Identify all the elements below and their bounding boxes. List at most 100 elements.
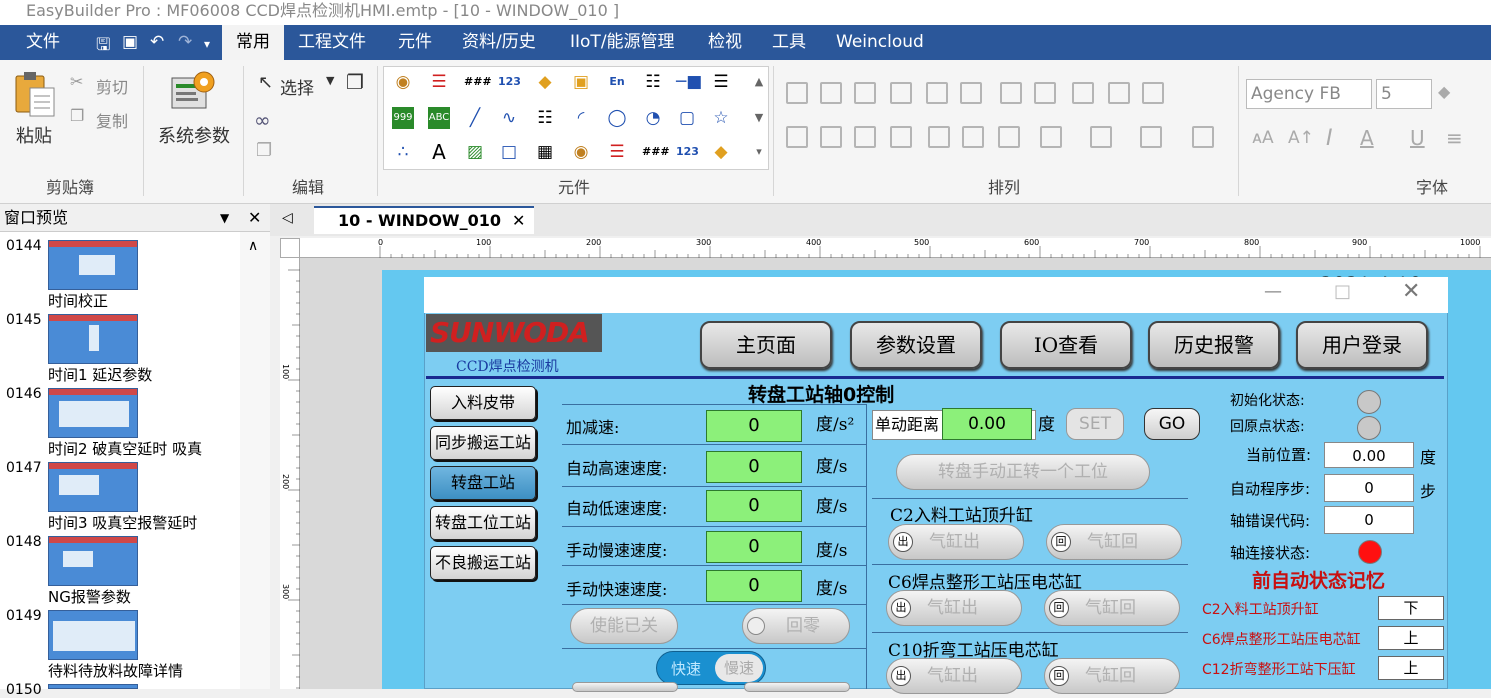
home-button[interactable]: 回零 [742, 608, 850, 644]
nav-params-button[interactable]: 参数设置 [850, 321, 982, 369]
align-right-icon[interactable] [854, 82, 876, 104]
function-key-icon[interactable]: ◆ [534, 71, 556, 93]
frame-icon[interactable]: □ [498, 141, 520, 163]
tab-iiot[interactable]: IIoT/能源管理 [570, 25, 675, 60]
same-width-icon[interactable] [1072, 82, 1094, 104]
group-icon[interactable] [928, 126, 950, 148]
preview-label[interactable]: 时间校正 [48, 290, 108, 311]
param-manual-slow-value[interactable]: 0 [706, 531, 802, 563]
nav-login-button[interactable]: 用户登录 [1296, 321, 1428, 369]
cyl-c2-out-button[interactable]: 出 气缸出 [888, 524, 1024, 560]
speed-toggle[interactable]: 快速 慢速 [656, 651, 766, 685]
scroll-up-icon[interactable]: ∧ [248, 238, 258, 254]
redo-icon[interactable]: ↷ [178, 32, 192, 52]
picture-icon[interactable]: ▨ [464, 141, 486, 163]
text-icon[interactable]: A [428, 141, 450, 163]
text-display-icon[interactable]: ABC [428, 107, 450, 129]
align-bottom-icon[interactable] [960, 82, 982, 104]
bottom-button-partial[interactable] [744, 682, 850, 692]
param-manual-fast-value[interactable]: 0 [706, 570, 802, 602]
italic-icon[interactable]: I [1326, 126, 1333, 151]
ascii-icon[interactable]: En [606, 71, 628, 93]
tab-view[interactable]: 检视 [708, 25, 742, 60]
word-lamp-icon[interactable]: ▣ [570, 71, 592, 93]
layer-icon[interactable] [1192, 126, 1214, 148]
link-icon[interactable]: ∞ [254, 108, 271, 132]
preview-label[interactable]: 时间2 破真空延时 吸真 [48, 438, 202, 459]
copy-icon[interactable]: ❐ [70, 106, 84, 125]
rotate-icon[interactable] [890, 126, 912, 148]
set-button[interactable]: SET [1066, 408, 1124, 440]
preview-thumbnail[interactable] [48, 536, 138, 586]
list-icon[interactable]: ☰ [710, 71, 732, 93]
resize-icon[interactable] [854, 126, 876, 148]
enable-toggle-button[interactable]: 使能已关 [570, 608, 678, 644]
tab-data-history[interactable]: 资料/历史 [462, 25, 536, 60]
shrink-font-icon[interactable]: ᴀA [1252, 128, 1274, 148]
align-left-icon[interactable] [786, 82, 808, 104]
numeric-display-icon[interactable]: ### [464, 71, 492, 93]
preview-label[interactable]: 待料待放料故障详情 [48, 660, 183, 681]
preview-label[interactable]: 时间3 吸真空报警延时 [48, 512, 197, 533]
scatter-icon[interactable]: ∴ [392, 141, 414, 163]
circle-icon[interactable]: ◯ [606, 107, 628, 129]
param-auto-low-value[interactable]: 0 [706, 490, 802, 522]
trend-icon[interactable]: ∿ [498, 107, 520, 129]
ruler-corner-icon[interactable] [280, 238, 300, 258]
side-turntable-station-button[interactable]: 转盘工位工站 [430, 506, 536, 540]
cyl-c6-out-button[interactable]: 出 气缸出 [886, 590, 1022, 626]
line-icon[interactable]: ╱ [464, 107, 486, 129]
pie-icon[interactable]: ◔ [642, 107, 664, 129]
bottom-button-partial[interactable] [572, 682, 678, 692]
tab-home[interactable]: 常用 [222, 25, 284, 60]
panel-close-icon[interactable]: ✕ [248, 204, 261, 232]
copy-label[interactable]: 复制 [96, 108, 128, 132]
system-params-icon[interactable] [170, 68, 218, 116]
preview-label[interactable]: NG报警参数 [48, 586, 131, 607]
select-label[interactable]: 选择 [280, 74, 314, 99]
same-height-icon[interactable] [1108, 82, 1130, 104]
nav-io-button[interactable]: IO查看 [1000, 321, 1132, 369]
bring-front-icon[interactable] [1090, 126, 1112, 148]
traffic-lamp-icon[interactable]: ☰ [606, 141, 628, 163]
tab-project[interactable]: 工程文件 [298, 25, 366, 60]
tab-weincloud[interactable]: Weincloud [836, 25, 924, 60]
traffic-lamp-icon[interactable]: ☰ [428, 71, 450, 93]
preview-thumbnail[interactable] [48, 314, 138, 364]
rotate-one-station-button[interactable]: 转盘手动正转一个工位 [896, 454, 1150, 490]
customize-icon[interactable]: ▾ [204, 37, 210, 51]
side-feed-belt-button[interactable]: 入料皮带 [430, 386, 536, 420]
preview-thumbnail[interactable] [48, 462, 138, 512]
gallery-down-icon[interactable]: ▼ [748, 107, 770, 129]
rectangle-icon[interactable]: ▢ [676, 107, 698, 129]
gallery-up-icon[interactable]: ▲ [748, 71, 770, 93]
star-icon[interactable]: ☆ [710, 107, 732, 129]
tab-elements[interactable]: 元件 [398, 25, 432, 60]
align-top-icon[interactable] [890, 82, 912, 104]
color-fill-icon[interactable]: ◆ [1438, 82, 1450, 101]
cyl-c6-back-button[interactable]: 回 气缸回 [1044, 590, 1180, 626]
slider-icon[interactable]: ─■ [676, 71, 702, 93]
flip-h-icon[interactable] [786, 126, 808, 148]
go-button[interactable]: GO [1144, 408, 1200, 440]
preview-scrollbar[interactable]: ∧ [240, 232, 270, 689]
panel-dropdown-icon[interactable]: ▼ [220, 204, 229, 232]
preview-thumbnail[interactable] [48, 240, 138, 290]
distribute-v-icon[interactable] [1000, 82, 1022, 104]
tab-tools[interactable]: 工具 [772, 25, 806, 60]
send-back-icon[interactable] [1140, 126, 1162, 148]
numeric-display-icon[interactable]: ### [642, 141, 670, 163]
param-auto-high-value[interactable]: 0 [706, 451, 802, 483]
param-accel-value[interactable]: 0 [706, 410, 802, 442]
tree-icon[interactable]: ☷ [534, 107, 556, 129]
arc-icon[interactable]: ◜ [570, 107, 592, 129]
gallery-more-icon[interactable]: ▾ [748, 141, 770, 163]
tab-close-icon[interactable]: ✕ [512, 208, 525, 234]
cyl-c2-back-button[interactable]: 回 气缸回 [1046, 524, 1182, 560]
font-name-select[interactable]: Agency FB [1246, 79, 1372, 109]
grow-font-icon[interactable]: A↑ [1288, 128, 1314, 148]
document-tab[interactable]: 10 - WINDOW_010 ✕ [314, 206, 534, 234]
select-dropdown-icon[interactable]: ▼ [326, 74, 334, 87]
pointer-icon[interactable]: ↖ [258, 72, 273, 93]
align-center-icon[interactable] [820, 82, 842, 104]
